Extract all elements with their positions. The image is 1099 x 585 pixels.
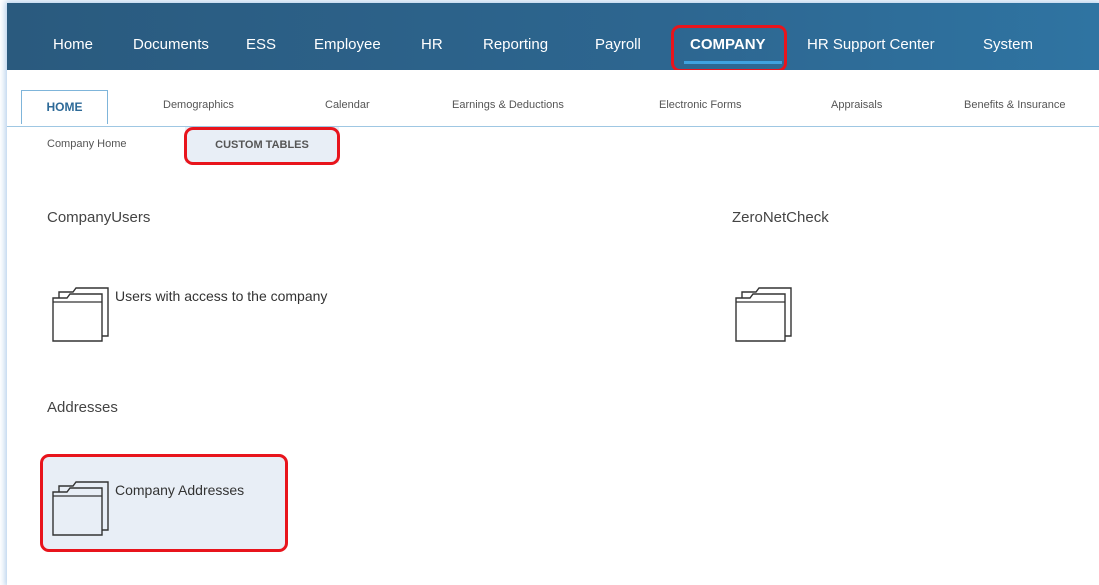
folder-icon [735, 287, 792, 342]
top-nav-reporting[interactable]: Reporting [483, 3, 548, 70]
custom-table-addresses-label: Company Addresses [115, 482, 245, 498]
custom-table-companyusers[interactable]: Users with access to the company [47, 283, 377, 348]
sub-nav-home-label: HOME [46, 100, 83, 114]
sub-nav-earnings-deductions[interactable]: Earnings & Deductions [452, 99, 564, 111]
custom-table-zeronetcheck[interactable] [730, 283, 800, 348]
third-nav-custom-tables[interactable]: CUSTOM TABLES [185, 127, 339, 163]
top-nav-payroll[interactable]: Payroll [595, 3, 641, 70]
third-nav-custom-tables-label: CUSTOM TABLES [215, 139, 309, 151]
section-title-addresses: Addresses [47, 399, 118, 416]
top-nav-system[interactable]: System [983, 3, 1033, 70]
sub-nav-benefits-insurance[interactable]: Benefits & Insurance [964, 99, 1066, 111]
top-nav-home[interactable]: Home [53, 3, 93, 70]
third-nav-company-home[interactable]: Company Home [47, 138, 126, 150]
sub-nav-electronic-forms[interactable]: Electronic Forms [659, 99, 742, 111]
folder-icon [52, 287, 109, 342]
sub-nav-home[interactable]: HOME [21, 90, 108, 124]
active-tab-indicator [684, 61, 782, 64]
top-nav-ess[interactable]: ESS [246, 3, 276, 70]
top-nav-bar: Home Documents ESS Employee HR Reporting… [7, 3, 1099, 70]
sub-nav-calendar[interactable]: Calendar [325, 99, 370, 111]
section-title-zeronetcheck: ZeroNetCheck [732, 209, 829, 226]
section-title-companyusers: CompanyUsers [47, 209, 151, 226]
sub-nav-bar: HOME Demographics Calendar Earnings & De… [7, 70, 1099, 127]
app-window: Home Documents ESS Employee HR Reporting… [7, 3, 1099, 585]
top-nav-company[interactable]: COMPANY [690, 3, 766, 70]
custom-table-addresses[interactable]: Company Addresses [47, 477, 287, 542]
sub-nav-appraisals[interactable]: Appraisals [831, 99, 882, 111]
top-nav-employee[interactable]: Employee [314, 3, 381, 70]
custom-table-companyusers-label: Users with access to the company [115, 288, 328, 304]
top-nav-hr[interactable]: HR [421, 3, 443, 70]
folder-icon [52, 481, 109, 536]
top-nav-hr-support-center[interactable]: HR Support Center [807, 3, 935, 70]
sub-nav-demographics[interactable]: Demographics [163, 99, 234, 111]
top-nav-documents[interactable]: Documents [133, 3, 209, 70]
